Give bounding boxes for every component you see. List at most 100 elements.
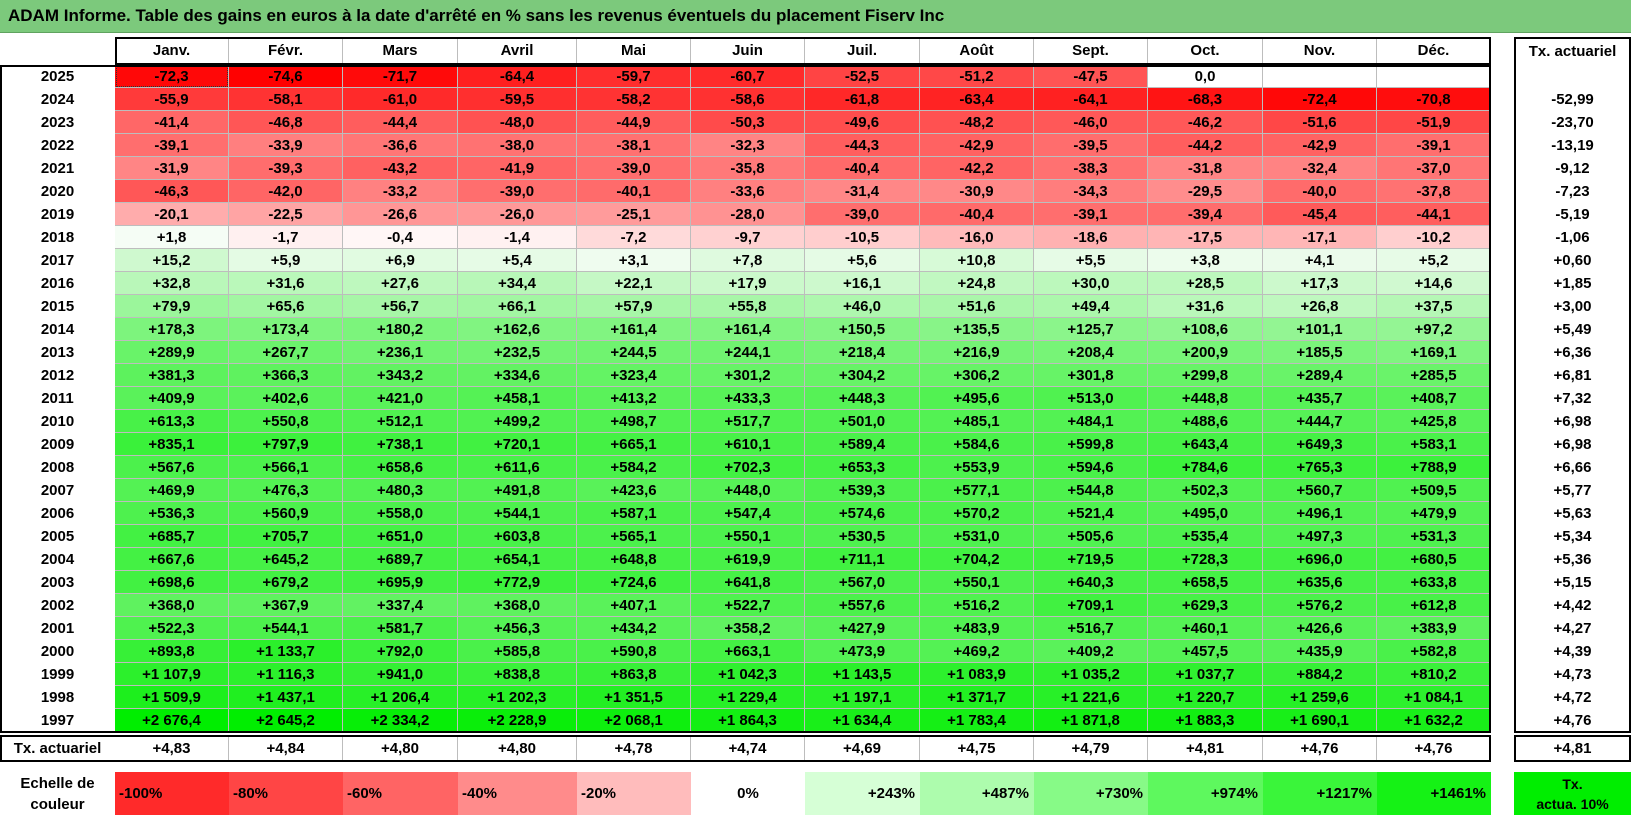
table-cell[interactable]: +587,1: [577, 502, 691, 525]
table-cell[interactable]: +788,9: [1377, 456, 1491, 479]
table-cell[interactable]: +469,9: [115, 479, 229, 502]
table-cell[interactable]: +695,9: [343, 571, 458, 594]
table-cell[interactable]: -51,9: [1377, 111, 1491, 134]
table-cell[interactable]: -72,3: [115, 65, 229, 88]
table-cell[interactable]: +301,2: [691, 364, 805, 387]
table-cell[interactable]: +2 676,4: [115, 709, 229, 732]
table-cell[interactable]: +426,6: [1263, 617, 1377, 640]
table-cell[interactable]: +409,2: [1034, 640, 1148, 663]
table-cell[interactable]: +299,8: [1148, 364, 1263, 387]
table-cell[interactable]: -45,4: [1263, 203, 1377, 226]
table-cell[interactable]: +479,9: [1377, 502, 1491, 525]
table-cell[interactable]: +574,6: [805, 502, 920, 525]
table-cell[interactable]: -42,0: [229, 180, 343, 203]
table-cell[interactable]: +178,3: [115, 318, 229, 341]
table-cell[interactable]: +236,1: [343, 341, 458, 364]
table-cell[interactable]: -64,4: [458, 65, 577, 88]
table-cell[interactable]: +633,8: [1377, 571, 1491, 594]
table-cell[interactable]: +792,0: [343, 640, 458, 663]
table-cell[interactable]: +473,9: [805, 640, 920, 663]
table-cell[interactable]: +665,1: [577, 433, 691, 456]
table-cell[interactable]: +383,9: [1377, 617, 1491, 640]
table-cell[interactable]: +613,3: [115, 410, 229, 433]
table-cell[interactable]: +480,3: [343, 479, 458, 502]
table-cell[interactable]: -33,9: [229, 134, 343, 157]
table-cell[interactable]: +509,5: [1377, 479, 1491, 502]
table-cell[interactable]: +27,6: [343, 272, 458, 295]
table-cell[interactable]: -34,3: [1034, 180, 1148, 203]
table-cell[interactable]: +1 083,9: [920, 663, 1034, 686]
table-cell[interactable]: +648,8: [577, 548, 691, 571]
table-cell[interactable]: +810,2: [1377, 663, 1491, 686]
table-cell[interactable]: +512,1: [343, 410, 458, 433]
table-cell[interactable]: +185,5: [1263, 341, 1377, 364]
table-cell[interactable]: +46,0: [805, 295, 920, 318]
table-cell[interactable]: +444,7: [1263, 410, 1377, 433]
table-cell[interactable]: -25,1: [577, 203, 691, 226]
table-cell[interactable]: +522,7: [691, 594, 805, 617]
table-cell[interactable]: -52,5: [805, 65, 920, 88]
table-cell[interactable]: +550,1: [920, 571, 1034, 594]
table-cell[interactable]: +1 037,7: [1148, 663, 1263, 686]
table-cell[interactable]: +495,0: [1148, 502, 1263, 525]
table-cell[interactable]: +135,5: [920, 318, 1034, 341]
table-cell[interactable]: +358,2: [691, 617, 805, 640]
table-cell[interactable]: +66,1: [458, 295, 577, 318]
table-cell[interactable]: -44,1: [1377, 203, 1491, 226]
table-cell[interactable]: +1,8: [115, 226, 229, 249]
table-cell[interactable]: +368,0: [458, 594, 577, 617]
table-cell[interactable]: +576,2: [1263, 594, 1377, 617]
table-cell[interactable]: -59,5: [458, 88, 577, 111]
table-cell[interactable]: +502,3: [1148, 479, 1263, 502]
table-cell[interactable]: +643,4: [1148, 433, 1263, 456]
table-cell[interactable]: +4,1: [1263, 249, 1377, 272]
table-cell[interactable]: 0,0: [1148, 65, 1263, 88]
table-cell[interactable]: +457,5: [1148, 640, 1263, 663]
table-cell[interactable]: +343,2: [343, 364, 458, 387]
table-cell[interactable]: -39,5: [1034, 134, 1148, 157]
table-cell[interactable]: +531,0: [920, 525, 1034, 548]
table-cell[interactable]: +567,6: [115, 456, 229, 479]
table-cell[interactable]: +425,8: [1377, 410, 1491, 433]
table-cell[interactable]: +765,3: [1263, 456, 1377, 479]
table-cell[interactable]: +557,6: [805, 594, 920, 617]
table-cell[interactable]: +610,1: [691, 433, 805, 456]
table-cell[interactable]: +797,9: [229, 433, 343, 456]
table-cell[interactable]: +304,2: [805, 364, 920, 387]
table-cell[interactable]: -39,1: [1034, 203, 1148, 226]
table-cell[interactable]: -28,0: [691, 203, 805, 226]
table-cell[interactable]: +651,0: [343, 525, 458, 548]
table-cell[interactable]: +3,8: [1148, 249, 1263, 272]
table-cell[interactable]: -49,6: [805, 111, 920, 134]
table-cell[interactable]: +456,3: [458, 617, 577, 640]
table-cell[interactable]: +448,3: [805, 387, 920, 410]
table-cell[interactable]: -31,4: [805, 180, 920, 203]
table-cell[interactable]: -42,9: [1263, 134, 1377, 157]
table-cell[interactable]: +612,8: [1377, 594, 1491, 617]
table-cell[interactable]: +381,3: [115, 364, 229, 387]
table-cell[interactable]: -60,7: [691, 65, 805, 88]
table-cell[interactable]: +460,1: [1148, 617, 1263, 640]
table-cell[interactable]: +689,7: [343, 548, 458, 571]
table-cell[interactable]: +16,1: [805, 272, 920, 295]
table-cell[interactable]: -46,3: [115, 180, 229, 203]
table-cell[interactable]: +49,4: [1034, 295, 1148, 318]
table-cell[interactable]: -30,9: [920, 180, 1034, 203]
table-cell[interactable]: +654,1: [458, 548, 577, 571]
table-cell[interactable]: +667,6: [115, 548, 229, 571]
table-cell[interactable]: +499,2: [458, 410, 577, 433]
table-cell[interactable]: +531,3: [1377, 525, 1491, 548]
table-cell[interactable]: -39,0: [805, 203, 920, 226]
table-cell[interactable]: +884,2: [1263, 663, 1377, 686]
table-cell[interactable]: +2 334,2: [343, 709, 458, 732]
table-cell[interactable]: -40,0: [1263, 180, 1377, 203]
table-cell[interactable]: +581,7: [343, 617, 458, 640]
table-cell[interactable]: -40,4: [805, 157, 920, 180]
table-cell[interactable]: +244,1: [691, 341, 805, 364]
table-cell[interactable]: +161,4: [691, 318, 805, 341]
table-cell[interactable]: +772,9: [458, 571, 577, 594]
table-cell[interactable]: -29,5: [1148, 180, 1263, 203]
table-cell[interactable]: +51,6: [920, 295, 1034, 318]
table-cell[interactable]: +1 864,3: [691, 709, 805, 732]
table-cell[interactable]: +79,9: [115, 295, 229, 318]
